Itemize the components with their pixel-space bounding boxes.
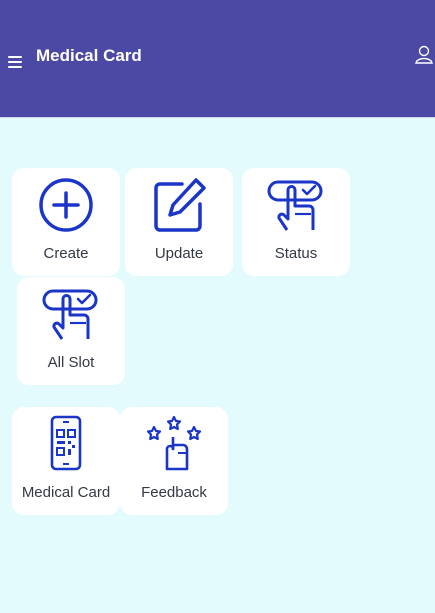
plus-circle-icon <box>39 178 93 232</box>
all-slot-label: All Slot <box>47 354 95 371</box>
status-label: Status <box>274 245 318 262</box>
medical-card-label: Medical Card <box>21 484 111 501</box>
update-tile[interactable]: Update <box>125 168 233 276</box>
create-tile[interactable]: Create <box>12 168 120 276</box>
edit-icon <box>154 178 206 232</box>
feedback-label: Feedback <box>141 484 207 501</box>
medical-card-tile[interactable]: Medical Card <box>12 407 120 515</box>
update-label: Update <box>154 245 204 262</box>
hand-touch-check-icon <box>42 289 98 340</box>
page-title: Medical Card <box>36 46 142 65</box>
feedback-tile[interactable]: Feedback <box>120 407 228 515</box>
hamburger-menu-icon[interactable] <box>8 56 22 68</box>
hand-touch-check-icon <box>267 180 323 231</box>
phone-qr-code-icon <box>50 415 82 471</box>
status-tile[interactable]: Status <box>242 168 350 276</box>
thumbs-up-stars-icon <box>146 415 202 471</box>
all-slot-tile[interactable]: All Slot <box>17 277 125 385</box>
user-profile-icon[interactable] <box>414 44 434 66</box>
app-header: Medical Card <box>0 0 435 118</box>
create-label: Create <box>43 245 89 262</box>
